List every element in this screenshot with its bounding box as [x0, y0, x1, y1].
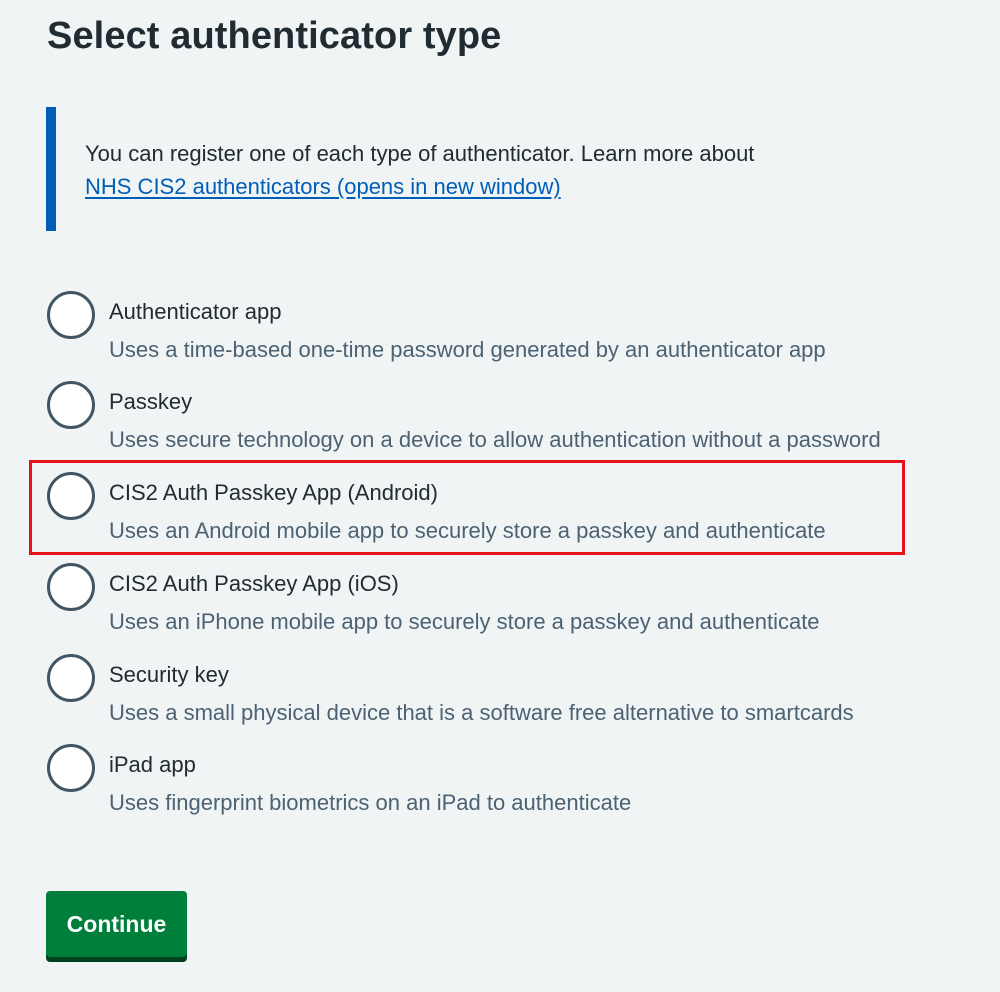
radio-button[interactable] — [47, 744, 95, 792]
radio-option-ipad-app[interactable]: iPad app Uses fingerprint biometrics on … — [46, 743, 966, 829]
inset-text: You can register one of each type of aut… — [85, 141, 755, 166]
radio-button[interactable] — [47, 381, 95, 429]
radio-label[interactable]: CIS2 Auth Passkey App (iOS) — [109, 569, 399, 599]
radio-hint: Uses fingerprint biometrics on an iPad t… — [109, 790, 632, 815]
inset-text-content: You can register one of each type of aut… — [85, 137, 754, 203]
radio-button[interactable] — [47, 654, 95, 702]
radio-hint: Uses secure technology on a device to al… — [109, 427, 881, 452]
radio-hint: Uses an Android mobile app to securely s… — [109, 518, 826, 543]
page-title: Select authenticator type — [47, 15, 502, 57]
radio-option-security-key[interactable]: Security key Uses a small physical devic… — [46, 653, 966, 739]
radio-hint: Uses an iPhone mobile app to securely st… — [109, 609, 820, 634]
authenticators-info-link[interactable]: NHS CIS2 authenticators (opens in new wi… — [85, 174, 561, 199]
continue-button[interactable]: Continue — [46, 891, 187, 957]
radio-option-cis2-passkey-ios[interactable]: CIS2 Auth Passkey App (iOS) Uses an iPho… — [46, 562, 966, 648]
radio-button[interactable] — [47, 291, 95, 339]
radio-label[interactable]: iPad app — [109, 750, 196, 780]
radio-hint: Uses a time-based one-time password gene… — [109, 337, 826, 362]
radio-label[interactable]: Passkey — [109, 387, 192, 417]
radio-button[interactable] — [47, 472, 95, 520]
radio-button[interactable] — [47, 563, 95, 611]
inset-text-panel: You can register one of each type of aut… — [46, 107, 916, 231]
radio-hint: Uses a small physical device that is a s… — [109, 700, 854, 725]
radio-label[interactable]: Authenticator app — [109, 297, 281, 327]
radio-option-passkey[interactable]: Passkey Uses secure technology on a devi… — [46, 380, 966, 466]
radio-label[interactable]: CIS2 Auth Passkey App (Android) — [109, 478, 438, 508]
radio-option-authenticator-app[interactable]: Authenticator app Uses a time-based one-… — [46, 290, 966, 376]
radio-label[interactable]: Security key — [109, 660, 229, 690]
radio-option-cis2-passkey-android[interactable]: CIS2 Auth Passkey App (Android) Uses an … — [46, 471, 966, 557]
